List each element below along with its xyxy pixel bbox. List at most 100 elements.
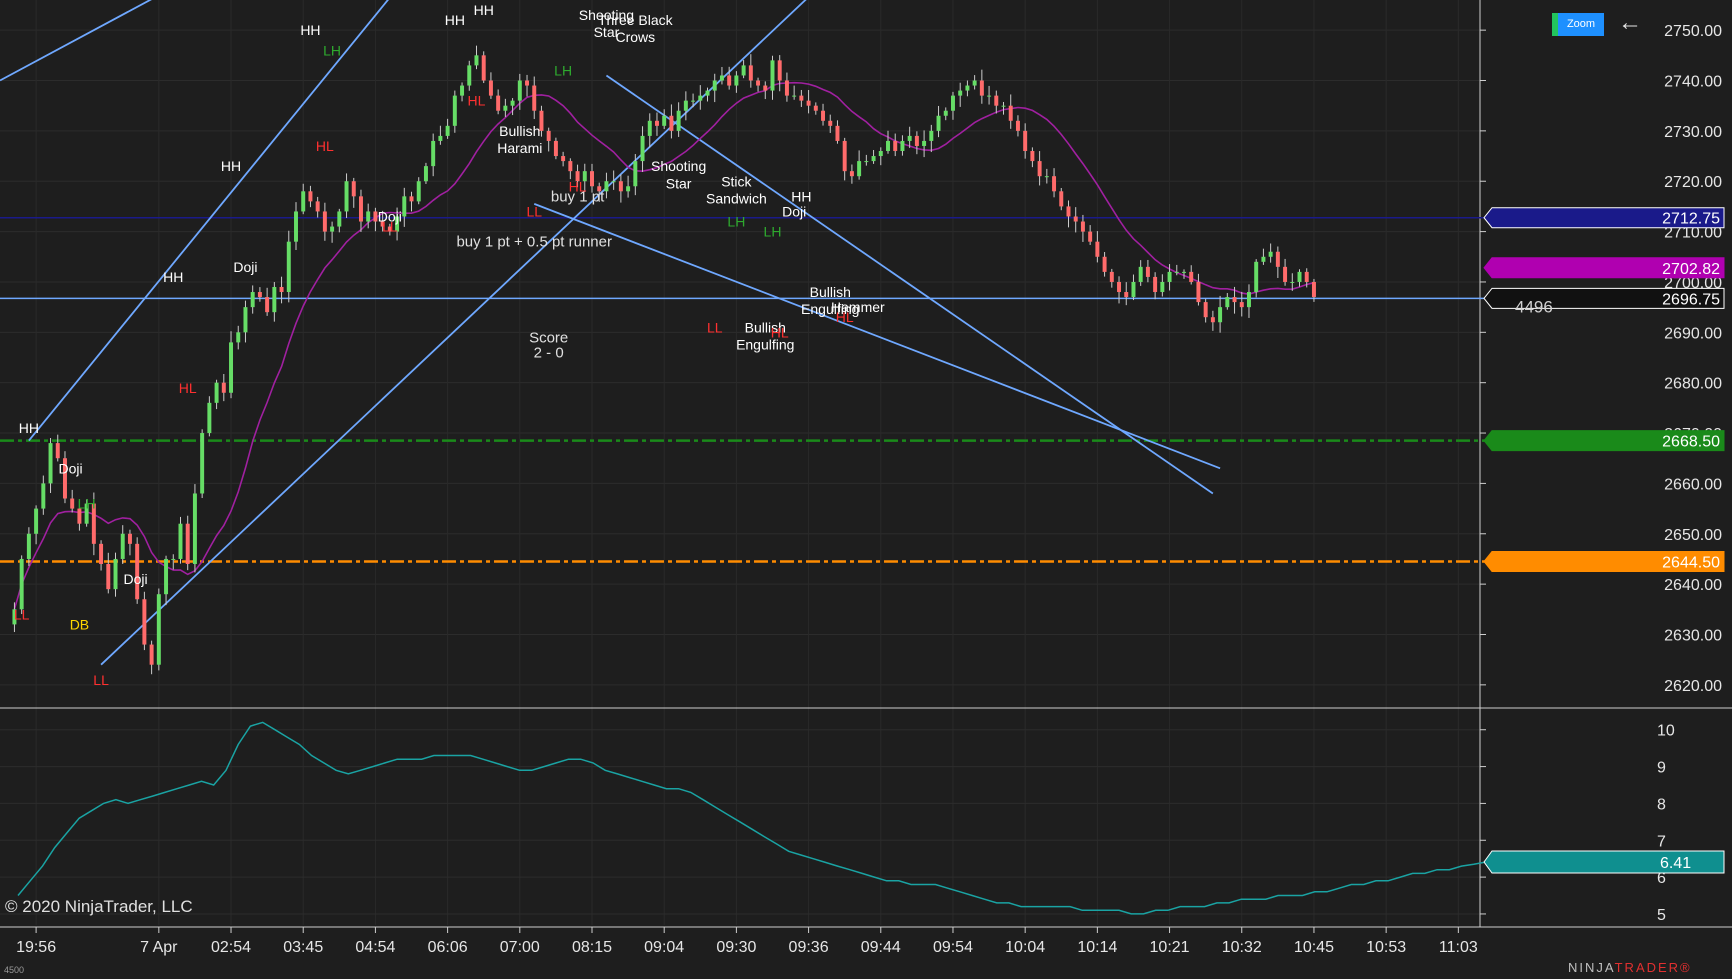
candle-body — [907, 135, 912, 141]
candle-body — [1008, 105, 1013, 121]
annotation-label: Stick — [721, 173, 752, 189]
annotation-label: Three Black — [598, 12, 674, 28]
candle-body — [633, 161, 638, 187]
candle-body — [676, 110, 681, 131]
candle-body — [705, 90, 710, 96]
candle-body — [994, 95, 999, 106]
candle-body — [1131, 281, 1136, 298]
candle-body — [26, 533, 31, 559]
indicator-tick-label: 7 — [1657, 833, 1666, 850]
candle-body — [1102, 256, 1107, 272]
candle-body — [770, 60, 775, 91]
annotation-label: HH — [474, 2, 494, 18]
candle-body — [1290, 281, 1295, 283]
candle-body — [1174, 271, 1179, 273]
annotation-label: LH — [554, 62, 572, 78]
price-tick-label: 2740.00 — [1664, 74, 1722, 91]
candle-body — [748, 65, 753, 81]
price-tick-label: 2660.00 — [1664, 476, 1722, 493]
candle-body — [987, 95, 992, 97]
candle-body — [178, 523, 183, 559]
time-tick-label: 09:44 — [861, 939, 901, 956]
time-tick-label: 08:15 — [572, 939, 612, 956]
candle-body — [452, 95, 457, 126]
candle-body — [55, 443, 60, 459]
candle-body — [301, 191, 306, 212]
candle-body — [481, 55, 486, 81]
candle-body — [1182, 271, 1186, 273]
time-tick-label: 19:56 — [16, 939, 56, 956]
price-tick-label: 2650.00 — [1664, 527, 1722, 544]
candle-body — [120, 533, 125, 559]
annotation-label: Bullish — [499, 123, 540, 139]
candle-body — [1153, 276, 1158, 293]
candle-body — [958, 90, 963, 96]
time-tick-label: 11:03 — [1439, 939, 1478, 956]
candle-body — [294, 211, 298, 242]
annotation-label: HH — [300, 22, 320, 38]
candle-body — [1167, 271, 1172, 282]
price-tag-text: 2696.75 — [1662, 291, 1720, 308]
ninjatrader-logo: NINJATRADER® — [1568, 960, 1692, 975]
candle-body — [1066, 206, 1071, 217]
candle-body — [806, 100, 811, 106]
candle-body — [279, 286, 284, 293]
candle-body — [568, 161, 573, 172]
price-tick-label: 2620.00 — [1664, 678, 1722, 695]
candle-body — [351, 181, 356, 197]
zoom-button[interactable]: Zoom — [1552, 13, 1604, 36]
candle-body — [698, 95, 703, 101]
candle-body — [1304, 271, 1309, 282]
candle-body — [950, 95, 955, 111]
candle-body — [1283, 266, 1288, 282]
indicator-tick-label: 9 — [1657, 760, 1666, 777]
candle-body — [41, 483, 46, 509]
candle-body — [229, 342, 234, 393]
candle-body — [171, 558, 176, 560]
candle-body — [1311, 281, 1316, 298]
candle-body — [626, 186, 631, 192]
candle-body — [200, 433, 205, 494]
price-tick-label: 2750.00 — [1664, 23, 1722, 40]
annotation-label: HL — [836, 309, 854, 325]
candle-body — [734, 75, 739, 86]
candle-body — [185, 523, 190, 564]
candle-body — [48, 443, 53, 484]
annotation-label: 2 - 0 — [534, 345, 564, 362]
time-tick-label: 03:45 — [283, 939, 323, 956]
candle-body — [1037, 161, 1042, 177]
annotation-label: LL — [14, 606, 30, 622]
time-tick-label: 10:14 — [1077, 939, 1117, 956]
candle-body — [1203, 302, 1208, 318]
candle-body — [366, 211, 371, 222]
candle-body — [1117, 281, 1122, 293]
candle-body — [1015, 120, 1020, 131]
candle-body — [474, 55, 479, 66]
candle-body — [496, 95, 501, 111]
indicator-tick-label: 8 — [1657, 796, 1666, 813]
candle-body — [864, 161, 869, 163]
candle-body — [835, 125, 840, 141]
annotation-label: Sandwich — [706, 190, 767, 206]
annotation-label: Harami — [497, 140, 542, 156]
annotation-label: LH — [764, 224, 782, 240]
annotation-label: LH — [727, 214, 745, 230]
candle-body — [1268, 251, 1273, 257]
candle-body — [965, 85, 970, 91]
candle-body — [1239, 302, 1244, 308]
candle-body — [640, 135, 645, 162]
candle-body — [34, 508, 39, 534]
candle-body — [1232, 297, 1237, 303]
candle-body — [943, 110, 948, 116]
candle-body — [871, 156, 876, 162]
chart-canvas[interactable]: S1R1/Y-HighY-Close HHDojiLHDBDojiLLLLHHH… — [0, 0, 1732, 979]
arrow-left-icon[interactable]: ← — [1612, 8, 1644, 36]
annotation-label: Doji — [782, 203, 806, 219]
annotation-label: HL — [316, 138, 334, 154]
time-tick-label: 10:32 — [1222, 939, 1262, 956]
candle-body — [792, 95, 797, 97]
corner-value: 4500 — [4, 965, 25, 975]
annotation-label: buy 1 pt + 0.5 pt runner — [456, 234, 612, 251]
candle-body — [315, 201, 320, 212]
candle-body — [799, 95, 804, 101]
